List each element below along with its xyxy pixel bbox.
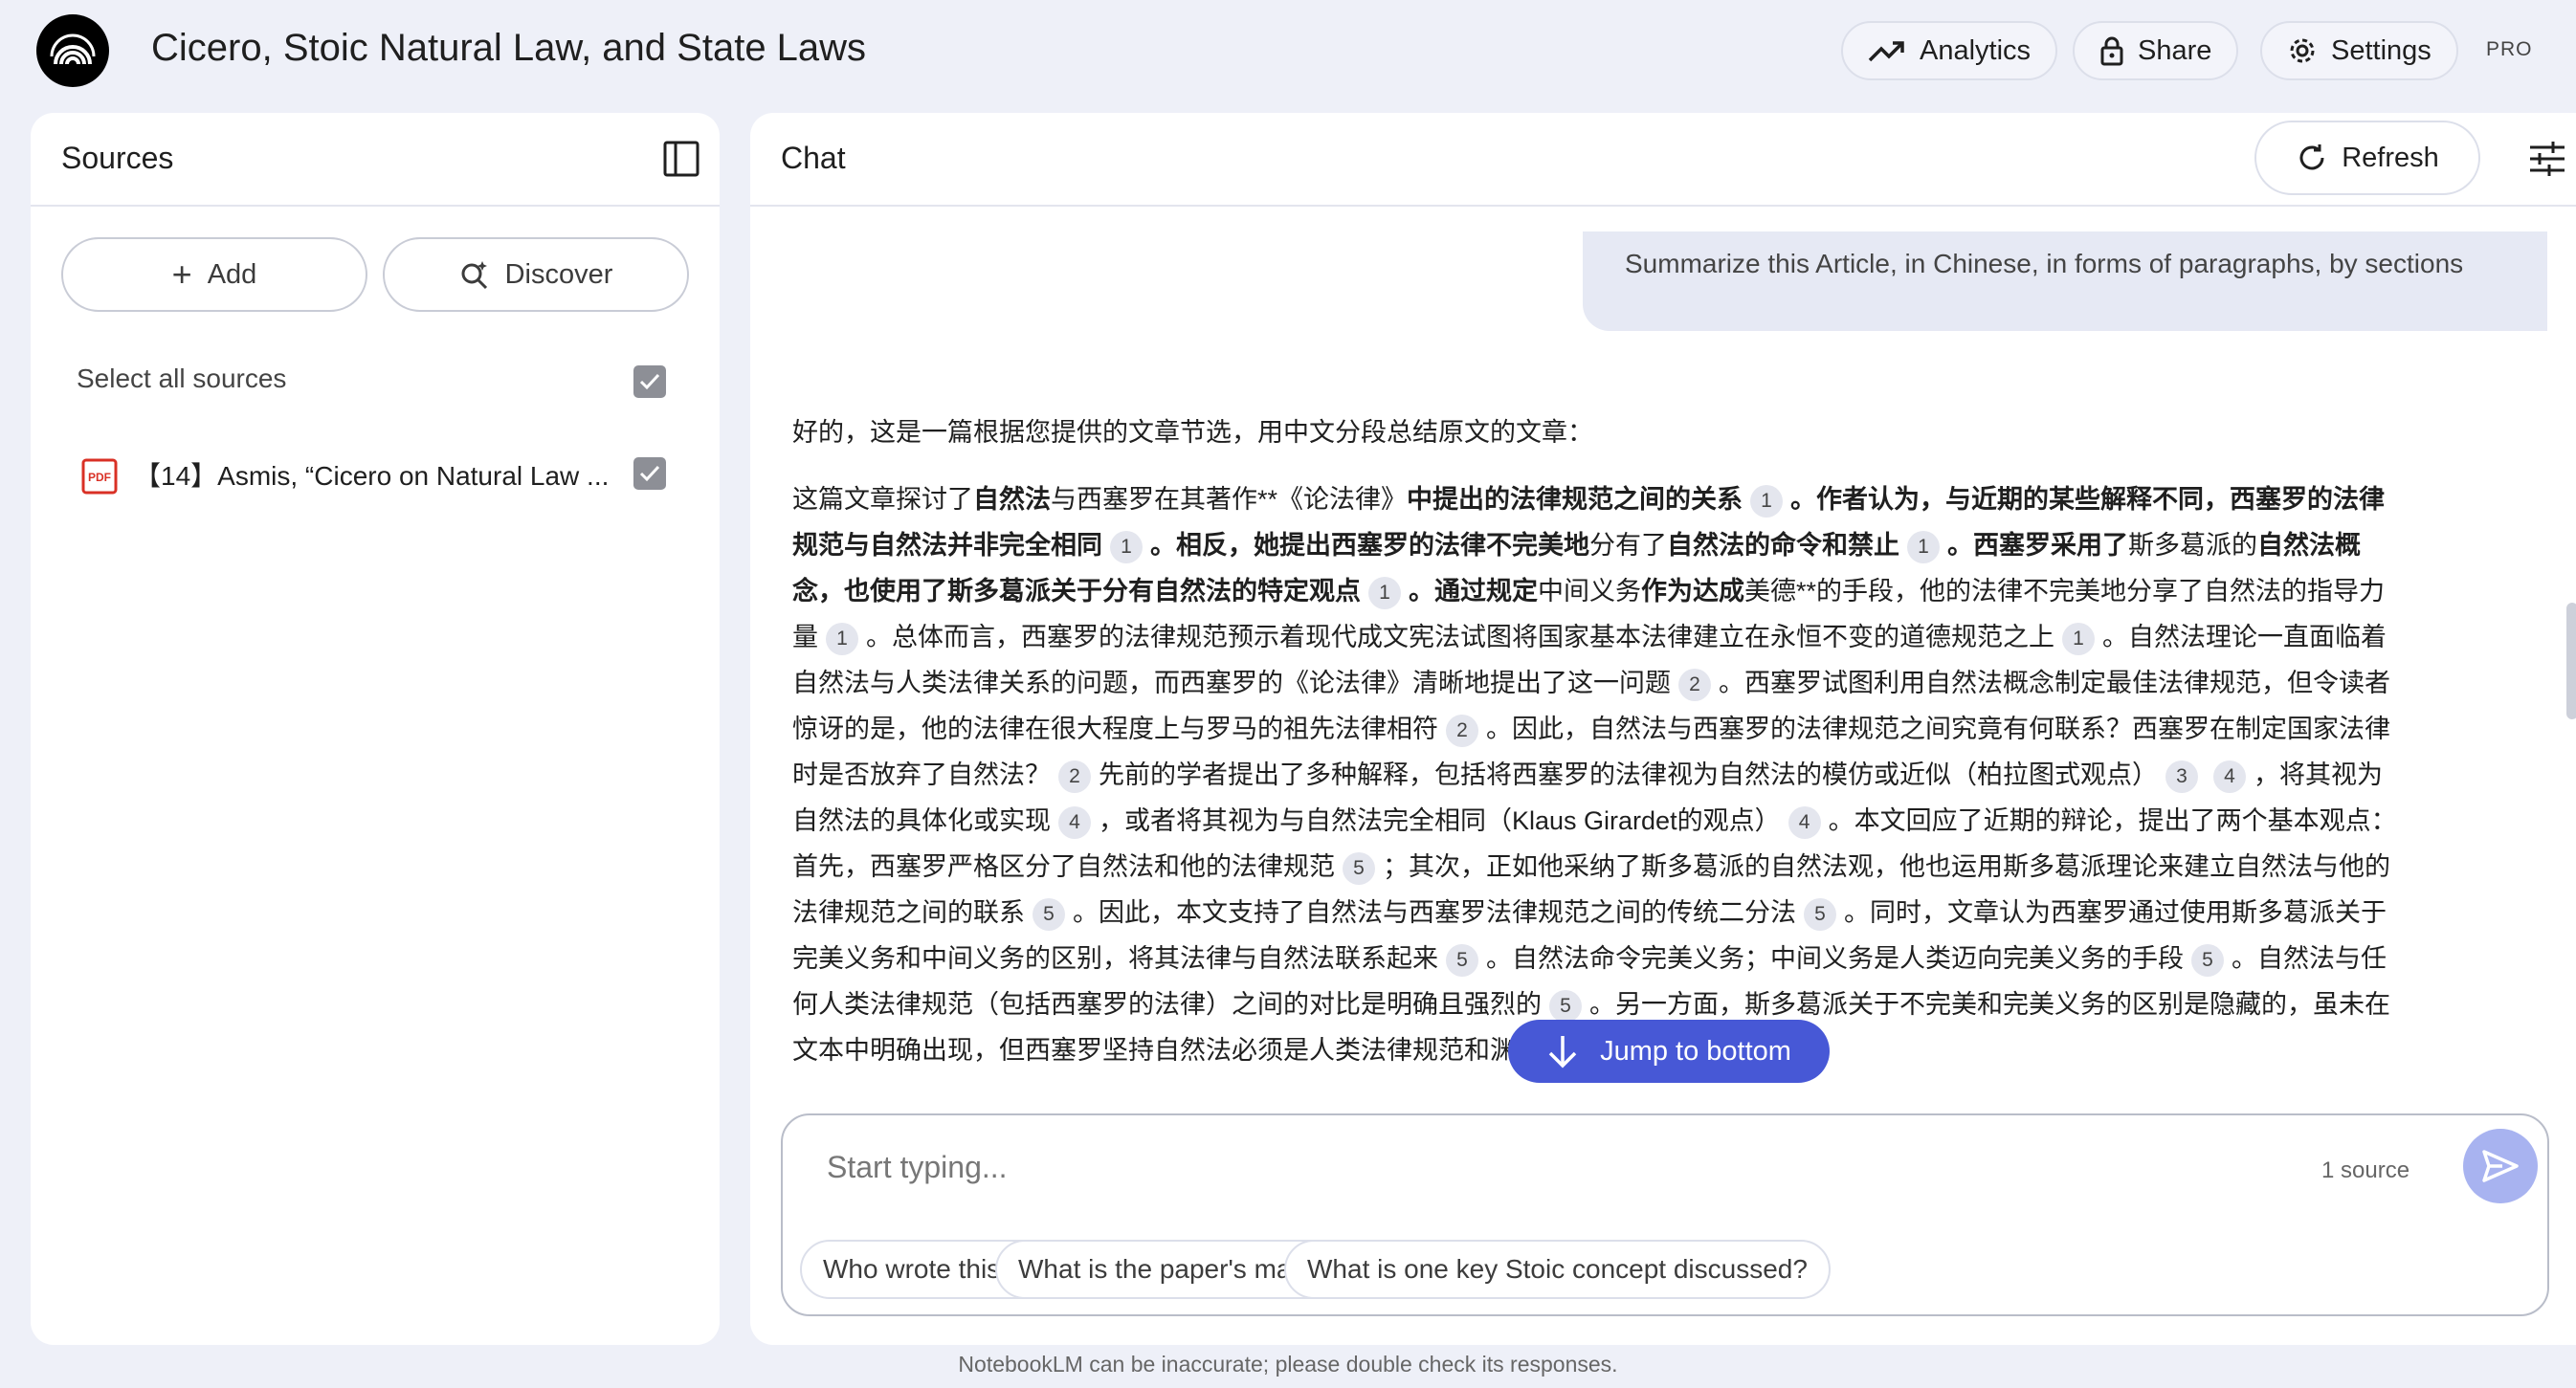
citation-chip[interactable]: 1 (1110, 531, 1143, 563)
pro-badge: PRO (2486, 38, 2533, 60)
paragraph-text: 。总体而言，西塞罗的法律规范预示着现代成文宪法试图将国家基本法律建立在永恒不变的… (866, 623, 2054, 651)
trending-up-icon (1868, 41, 1904, 62)
jump-to-bottom-button[interactable]: Jump to bottom (1508, 1020, 1830, 1083)
citation-chip[interactable]: 2 (1446, 715, 1478, 747)
chat-input[interactable]: Start typing... (827, 1150, 1008, 1185)
citation-chip[interactable]: 2 (1058, 760, 1091, 793)
chat-composer: Start typing... 1 source Who wrote this … (781, 1113, 2549, 1316)
notebooklm-logo-icon[interactable] (36, 14, 109, 87)
citation-chip[interactable]: 1 (2062, 623, 2095, 655)
response-paragraph: 这篇文章探讨了自然法与西塞罗在其著作**《论法律》中提出的法律规范之间的关系 1。… (792, 476, 2400, 1073)
paragraph-text: 。因此，本文支持了自然法与西塞罗法律规范之间的传统二分法 (1073, 898, 1796, 927)
assistant-response: 好的，这是一篇根据您提供的文章节选，用中文分段总结原文的文章： 这篇文章探讨了自… (792, 409, 2400, 1094)
bold-text: 作为达成 (1641, 577, 1744, 606)
citation-chip[interactable]: 3 (2165, 760, 2198, 793)
select-all-label: Select all sources (77, 364, 287, 393)
source-count: 1 source (2321, 1157, 2410, 1183)
sources-panel: Sources + Add Discover Select all source… (31, 113, 720, 1345)
citation-chip[interactable]: 1 (826, 623, 858, 655)
arrow-down-icon (1548, 1036, 1577, 1069)
plus-icon: + (171, 254, 192, 294)
paragraph-text: 先前的学者提出了多种解释，包括将西塞罗的法律视为自然法的模仿或近似（柏拉图式观点… (1099, 760, 2158, 789)
bold-text: 。西塞罗采用了 (1947, 531, 2128, 560)
refresh-label: Refresh (2342, 142, 2439, 173)
check-icon (639, 465, 660, 482)
refresh-button[interactable]: Refresh (2254, 121, 2480, 195)
source-checkbox[interactable] (633, 457, 666, 490)
bold-text: 。通过规定 (1409, 577, 1538, 606)
suggestion-chip[interactable]: What is one key Stoic concept discussed? (1284, 1240, 1831, 1299)
bold-text: 中提出的法律规范之间的关系 (1407, 485, 1743, 514)
analytics-button[interactable]: Analytics (1841, 21, 2058, 80)
settings-label: Settings (2331, 34, 2432, 66)
lock-icon (2100, 36, 2123, 66)
paragraph-text: 这篇文章探讨了 (792, 485, 973, 514)
top-bar: Cicero, Stoic Natural Law, and State Law… (0, 0, 2576, 105)
add-source-button[interactable]: + Add (61, 237, 367, 312)
paragraph-text: 分有了 (1589, 531, 1667, 560)
svg-text:PDF: PDF (88, 471, 111, 484)
refresh-icon (2299, 144, 2324, 170)
tune-settings-icon[interactable] (2526, 138, 2568, 180)
user-message-text: Summarize this Article, in Chinese, in f… (1625, 249, 2464, 278)
citation-chip[interactable]: 5 (1343, 852, 1375, 885)
citation-chip[interactable]: 5 (1804, 898, 1836, 931)
sources-header: Sources (31, 113, 720, 207)
citation-chip[interactable]: 4 (1788, 806, 1821, 839)
notebook-title[interactable]: Cicero, Stoic Natural Law, and State Law… (151, 27, 866, 70)
citation-chip[interactable]: 5 (1033, 898, 1065, 931)
bold-text: 自然法的命令和禁止 (1667, 531, 1899, 560)
citation-chip[interactable]: 1 (1750, 485, 1784, 518)
send-icon (2482, 1150, 2519, 1182)
response-intro: 好的，这是一篇根据您提供的文章节选，用中文分段总结原文的文章： (792, 418, 1593, 447)
check-icon (639, 373, 660, 390)
add-label: Add (207, 258, 257, 290)
chat-header: Chat Refresh (750, 113, 2576, 207)
user-message: Summarize this Article, in Chinese, in f… (1583, 231, 2547, 331)
discover-label: Discover (504, 258, 613, 290)
jump-label: Jump to bottom (1600, 1035, 1791, 1067)
settings-button[interactable]: Settings (2260, 21, 2458, 80)
paragraph-text: 斯多葛派的 (2128, 531, 2257, 560)
citation-chip[interactable]: 5 (2191, 944, 2224, 977)
gear-icon (2290, 38, 2315, 63)
select-all-checkbox[interactable] (633, 365, 666, 398)
share-label: Share (2138, 34, 2212, 66)
citation-chip[interactable]: 1 (1907, 531, 1940, 563)
paragraph-text: ，或者将其视为与自然法完全相同（Klaus Girardet的观点） (1099, 806, 1781, 835)
source-title: 【14】Asmis, “Cicero on Natural Law ... (134, 461, 610, 491)
chat-title: Chat (781, 141, 846, 175)
citation-chip[interactable]: 5 (1446, 944, 1478, 977)
paragraph-text: 中间义务 (1538, 577, 1641, 606)
bold-text: 自然法 (973, 485, 1051, 514)
analytics-label: Analytics (1920, 34, 2032, 66)
bold-text: 。相反，她提出西塞罗的法律不完美地 (1150, 531, 1589, 560)
citation-chip[interactable]: 2 (1678, 669, 1711, 701)
discover-search-icon (461, 261, 487, 290)
discover-button[interactable]: Discover (383, 237, 689, 312)
paragraph-text: 。自然法命令完美义务；中间义务是人类迈向完美义务的手段 (1486, 944, 2184, 973)
sources-title: Sources (61, 141, 174, 175)
chat-panel: Chat Refresh Summarize this Article, in … (750, 113, 2576, 1345)
paragraph-text: 与西塞罗在其著作**《论法律》 (1051, 485, 1408, 514)
chat-scrollbar[interactable] (2566, 603, 2576, 719)
citation-chip[interactable]: 4 (1058, 806, 1091, 839)
pdf-icon: PDF (81, 458, 118, 495)
collapse-panel-icon[interactable] (662, 140, 700, 178)
citation-chip[interactable]: 5 (1549, 990, 1582, 1023)
send-button[interactable] (2463, 1129, 2538, 1203)
share-button[interactable]: Share (2073, 21, 2239, 80)
disclaimer: NotebookLM can be inaccurate; please dou… (958, 1352, 1618, 1377)
citation-chip[interactable]: 1 (1368, 577, 1401, 609)
citation-chip[interactable]: 4 (2213, 760, 2246, 793)
